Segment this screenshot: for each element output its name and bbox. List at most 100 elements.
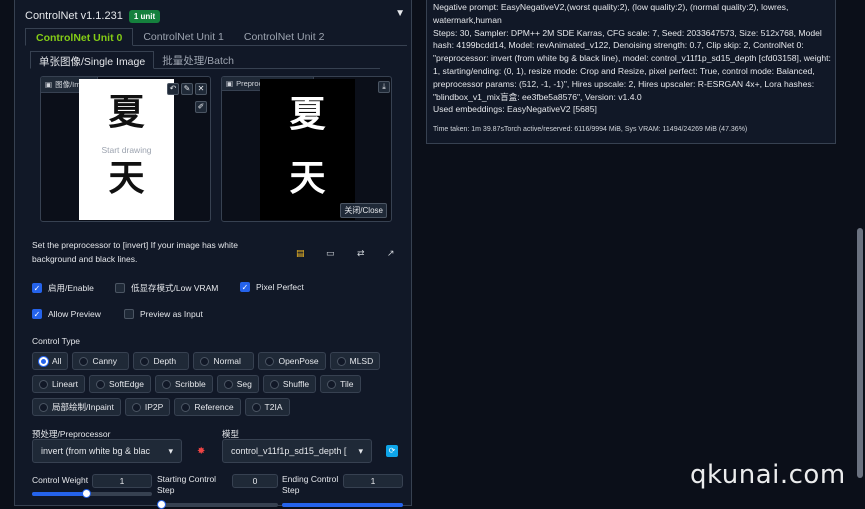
radio-seg[interactable]: Seg [216,375,259,393]
unit-tabs: ControlNet Unit 0 ControlNet Unit 1 Cont… [25,28,407,46]
page-scrollbar[interactable] [855,0,865,506]
new-canvas-icon[interactable]: ▤ [296,248,305,259]
checkbox-enable[interactable]: ✓ [32,283,42,293]
enable-checkbox[interactable]: ✓ 启用/Enable [32,282,94,294]
slider-knob[interactable] [82,489,91,498]
scrollbar-thumb[interactable] [857,228,863,478]
watermark: qkunai.com [690,460,846,490]
refresh-models-icon[interactable]: ⟳ [386,445,398,457]
generation-info-text: Negative prompt: EasyNegativeV2,(worst q… [433,2,831,115]
radio-mlsd[interactable]: MLSD [329,352,381,370]
character-2: 天 [108,157,145,199]
preview-character-1: 夏 [289,93,326,135]
preprocessor-preview-panel: ▣Preprocessor Preview ⤓ 夏 天 关闭/Close [221,76,392,222]
radio-openpose[interactable]: OpenPose [258,352,326,370]
tab-batch[interactable]: 批量处理/Batch [154,51,242,68]
tab-unit-0[interactable]: ControlNet Unit 0 [25,28,134,46]
control-type-row-2: Lineart SoftEdge Scribble Seg Shuffle Ti… [32,375,361,393]
radio-reference[interactable]: Reference [174,398,241,416]
slider-knob[interactable] [157,500,166,509]
dropdown-arrow-icon: ▾ [358,445,363,456]
preview-as-input-checkbox[interactable]: Preview as Input [124,309,203,319]
radio-shuffle[interactable]: Shuffle [262,375,317,393]
radio-dot [131,402,141,412]
starting-step-slider[interactable] [157,500,278,509]
radio-dot [269,379,279,389]
tab-single-image[interactable]: 单张图像/Single Image [30,51,155,69]
clear-icon[interactable]: ✕ [195,83,207,95]
drawing-canvas[interactable]: 夏 Start drawing 天 [79,79,174,220]
radio-scribble[interactable]: Scribble [154,375,213,393]
radio-dot [327,379,337,389]
checkbox-preview-as-input[interactable] [124,309,134,319]
radio-inpaint[interactable]: 局部绘制/Inpaint [32,398,121,416]
checkbox-pixel-perfect[interactable]: ✓ [240,282,250,292]
ending-step-slider[interactable] [282,503,403,507]
preview-character-2: 天 [289,157,326,199]
close-preview-button[interactable]: 关闭/Close [340,203,387,218]
radio-ip2p[interactable]: IP2P [124,398,171,416]
radio-lineart[interactable]: Lineart [32,375,85,393]
radio-dot [251,402,261,412]
run-preprocessor-icon[interactable]: ✸ [197,446,205,457]
controlnet-accordion-header[interactable]: ControlNet v1.1.231 1 unit ▼ [25,8,405,24]
radio-dot [39,356,48,366]
send-dimensions-icon[interactable]: ↗ [387,248,395,259]
radio-all[interactable]: All [32,352,69,370]
tab-unit-1[interactable]: ControlNet Unit 1 [133,28,234,45]
radio-dot [96,379,105,389]
radio-softedge[interactable]: SoftEdge [89,375,151,393]
radio-depth[interactable]: Depth [133,352,190,370]
low-vram-checkbox[interactable]: 低显存模式/Low VRAM [115,282,218,294]
model-select[interactable]: control_v11f1p_sd15_depth [ ▾ [222,439,372,463]
preprocessor-select[interactable]: invert (from white bg & blac ▾ [32,439,182,463]
checkbox-allow-preview[interactable]: ✓ [32,309,42,319]
time-taken-text: Time taken: 1m 39.87sTorch active/reserv… [433,126,748,133]
control-type-row-3: 局部绘制/Inpaint IP2P Reference T2IA [32,398,290,416]
brush-icon[interactable]: ✎ [181,83,193,95]
radio-dot [140,356,150,366]
download-icon[interactable]: ⤓ [378,81,390,93]
radio-normal[interactable]: Normal [193,352,255,370]
radio-dot [336,356,346,366]
control-type-row-1: All Canny Depth Normal OpenPose MLSD [32,352,381,370]
accordion-title: ControlNet v1.1.231 [25,10,123,22]
model-value: control_v11f1p_sd15_depth [ [231,446,347,456]
image-input-panel: ▣ 图像/Image 夏 Start drawing 天 ↶ ✎ ✕ ✐ [40,76,211,222]
preview-image: 夏 天 [260,79,355,220]
radio-dot [200,356,210,366]
pen-icon[interactable]: ✐ [195,101,207,113]
radio-dot [223,379,233,389]
character-1: 夏 [108,91,145,133]
radio-tile[interactable]: Tile [320,375,361,393]
control-type-label: Control Type [32,336,81,346]
control-weight-label: Control Weight [32,475,89,485]
starting-step-label: Starting Control Step [157,474,217,495]
preprocessor-value: invert (from white bg & blac [41,446,151,456]
allow-preview-checkbox[interactable]: ✓ Allow Preview [32,309,101,319]
starting-step-input[interactable]: 0 [232,474,278,488]
undo-icon[interactable]: ↶ [167,83,179,95]
radio-dot [161,379,171,389]
checkbox-low-vram[interactable] [115,283,125,293]
radio-dot [79,356,89,366]
radio-t2ia[interactable]: T2IA [244,398,290,416]
control-weight-input[interactable]: 1 [92,474,152,488]
radio-dot [181,402,191,412]
slider-fill [282,503,403,507]
ending-step-input[interactable]: 1 [343,474,403,488]
dropdown-arrow-icon: ▾ [168,445,173,456]
webcam-icon[interactable]: ▭ [326,248,335,259]
generation-info-panel: Negative prompt: EasyNegativeV2,(worst q… [426,0,836,144]
tab-unit-2[interactable]: ControlNet Unit 2 [234,28,335,45]
image-icon: ▣ [45,80,53,89]
image-icon: ▣ [226,79,234,88]
radio-dot [265,356,275,366]
control-weight-slider[interactable] [32,489,152,498]
unit-count-badge: 1 unit [128,9,161,23]
mirror-icon[interactable]: ⇄ [357,248,365,259]
chevron-down-icon[interactable]: ▼ [395,8,405,19]
radio-canny[interactable]: Canny [72,352,130,370]
pixel-perfect-checkbox[interactable]: ✓ Pixel Perfect [240,282,304,292]
radio-dot [39,379,48,389]
